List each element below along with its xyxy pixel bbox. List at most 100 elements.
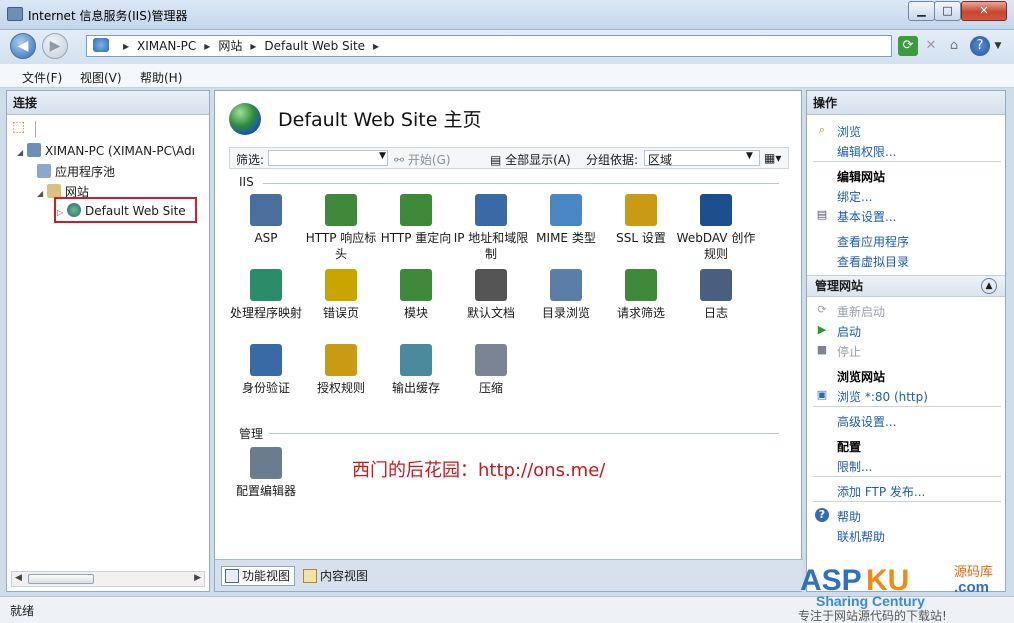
limits-link[interactable]: 限制... bbox=[837, 458, 872, 475]
tab-features-view[interactable]: 功能视图 bbox=[221, 566, 296, 586]
collapse-icon[interactable]: ◢ bbox=[17, 148, 27, 157]
help-icon[interactable]: ? bbox=[970, 36, 990, 56]
feature-label: 目录浏览 bbox=[541, 306, 590, 320]
logo-slogan: 专注于网站源代码的下载站! bbox=[798, 608, 947, 623]
menu-view[interactable]: 视图(V) bbox=[80, 69, 122, 86]
filter-label: 筛选: bbox=[236, 153, 265, 167]
scroll-right-icon[interactable]: ▶ bbox=[194, 573, 201, 583]
error-pages-icon bbox=[325, 269, 357, 301]
site-globe-icon bbox=[229, 103, 261, 135]
help-dropdown-icon[interactable]: ▼ bbox=[992, 36, 1004, 56]
feature-compression[interactable]: 压缩 bbox=[451, 344, 531, 396]
breadcrumb-site[interactable]: Default Web Site bbox=[264, 39, 365, 53]
advanced-settings-link[interactable]: 高级设置... bbox=[837, 413, 896, 430]
feature-http-redirect[interactable]: HTTP 重定向 bbox=[376, 194, 456, 246]
feature-http-response-headers[interactable]: HTTP 响应标头 bbox=[301, 194, 381, 262]
horizontal-scrollbar[interactable]: ◀ ▶ bbox=[11, 571, 205, 587]
tab-content-view[interactable]: 内容视图 bbox=[299, 566, 373, 586]
modules-icon bbox=[400, 269, 432, 301]
feature-output-caching[interactable]: 输出缓存 bbox=[376, 344, 456, 396]
scroll-thumb[interactable] bbox=[28, 574, 94, 584]
view-mode-icon[interactable]: ▦▾ bbox=[764, 151, 781, 165]
maximize-button[interactable]: □ bbox=[934, 1, 961, 21]
app-pools-icon bbox=[37, 164, 51, 178]
feature-asp[interactable]: ASP bbox=[226, 194, 306, 246]
restart-link[interactable]: 重新启动 bbox=[837, 303, 885, 320]
start-link[interactable]: 启动 bbox=[837, 323, 861, 340]
basic-settings-link[interactable]: 基本设置... bbox=[837, 208, 896, 225]
explore-link[interactable]: 浏览 bbox=[837, 123, 861, 140]
http-response-headers-icon bbox=[325, 194, 357, 226]
logo-cn: 源码库 bbox=[954, 564, 993, 580]
feature-logging[interactable]: 日志 bbox=[676, 269, 756, 321]
back-button[interactable]: ◀ bbox=[10, 33, 36, 59]
group-manage-label: 管理 bbox=[239, 427, 264, 441]
page-title: Default Web Site 主页 bbox=[278, 109, 482, 131]
output-caching-icon bbox=[400, 344, 432, 376]
mime-types-icon bbox=[550, 194, 582, 226]
feature-configuration-editor[interactable]: 配置编辑器 bbox=[226, 447, 306, 499]
feature-ip-restrictions[interactable]: IP 地址和域限制 bbox=[451, 194, 531, 262]
feature-mime-types[interactable]: MIME 类型 bbox=[526, 194, 606, 246]
menu-file[interactable]: 文件(F) bbox=[22, 69, 62, 86]
feature-webdav[interactable]: WebDAV 创作规则 bbox=[676, 194, 756, 262]
address-breadcrumb[interactable]: ▸ XIMAN-PC ▸ 网站 ▸ Default Web Site ▸ bbox=[86, 35, 892, 57]
view-virtual-dirs-link[interactable]: 查看虚拟目录 bbox=[837, 253, 909, 270]
feature-modules[interactable]: 模块 bbox=[376, 269, 456, 321]
view-applications-link[interactable]: 查看应用程序 bbox=[837, 233, 909, 250]
collapse-icon[interactable]: ◢ bbox=[37, 189, 47, 198]
edit-site-heading: 编辑网站 bbox=[837, 170, 886, 184]
forward-button[interactable]: ▶ bbox=[42, 33, 68, 59]
group-dropdown-icon[interactable]: ▼ bbox=[746, 151, 753, 161]
tree-node-server[interactable]: ◢ XIMAN-PC (XIMAN-PC\Adı bbox=[17, 143, 195, 158]
breadcrumb-server[interactable]: XIMAN-PC bbox=[137, 39, 196, 53]
feature-handler-mappings[interactable]: 处理程序映射 bbox=[226, 269, 306, 321]
minimize-button[interactable]: ▁ bbox=[908, 1, 935, 21]
show-all-button[interactable]: ▤ 全部显示(A) bbox=[490, 151, 571, 168]
collapse-section-icon[interactable]: ▲ bbox=[981, 278, 997, 294]
feature-label: WebDAV 创作规则 bbox=[676, 231, 756, 261]
breadcrumb-sites[interactable]: 网站 bbox=[218, 39, 242, 53]
refresh-icon[interactable]: ⟳ bbox=[898, 36, 918, 56]
group-by-value: 区域 bbox=[648, 153, 673, 167]
feature-default-document[interactable]: 默认文档 bbox=[451, 269, 531, 321]
start-icon: ▶ bbox=[817, 323, 827, 336]
server-icon bbox=[93, 38, 109, 52]
feature-error-pages[interactable]: 错误页 bbox=[301, 269, 381, 321]
help-link[interactable]: 帮助 bbox=[837, 508, 861, 525]
feature-label: 默认文档 bbox=[466, 306, 515, 320]
home-icon[interactable]: ⌂ bbox=[944, 36, 964, 56]
stop-icon[interactable]: ✕ bbox=[921, 36, 941, 56]
stop-icon: ■ bbox=[816, 343, 828, 356]
feature-directory-browsing[interactable]: 目录浏览 bbox=[526, 269, 606, 321]
feature-authentication[interactable]: 身份验证 bbox=[226, 344, 306, 396]
connect-icon[interactable]: ⬚ bbox=[12, 119, 25, 135]
selected-node-highlight bbox=[54, 197, 197, 223]
edit-permissions-link[interactable]: 编辑权限... bbox=[837, 143, 896, 160]
feature-ssl-lock[interactable]: SSL 设置 bbox=[601, 194, 681, 246]
title-bar: Internet 信息服务(IIS)管理器 ▁ □ ✕ bbox=[0, 0, 1014, 30]
add-ftp-link[interactable]: 添加 FTP 发布... bbox=[837, 483, 925, 500]
connections-pane: 连接 ⬚ ◢ XIMAN-PC (XIMAN-PC\Adı 应用程序池 ◢ 网站 ▷… bbox=[6, 90, 210, 592]
feature-request-filtering[interactable]: 请求筛选 bbox=[601, 269, 681, 321]
config-heading: 配置 bbox=[837, 440, 862, 454]
close-button[interactable]: ✕ bbox=[961, 1, 1007, 21]
menu-bar: 文件(F) 视图(V) 帮助(H) bbox=[0, 64, 1014, 88]
menu-help[interactable]: 帮助(H) bbox=[140, 69, 182, 86]
actions-pane: 操作 ⌕ 浏览 编辑权限... 编辑网站 绑定... ▤ 基本设置... 查看应… bbox=[806, 90, 1006, 592]
manage-site-section[interactable]: 管理网站 ▲ bbox=[807, 275, 1005, 297]
browse-80-link[interactable]: 浏览 *:80 (http) bbox=[837, 388, 928, 405]
logo-sub: Sharing Century bbox=[816, 593, 925, 609]
request-filtering-icon bbox=[625, 269, 657, 301]
scroll-left-icon[interactable]: ◀ bbox=[15, 573, 22, 583]
filter-dropdown-icon[interactable]: ▼ bbox=[379, 151, 386, 161]
filter-input[interactable] bbox=[268, 150, 388, 166]
bindings-link[interactable]: 绑定... bbox=[837, 188, 872, 205]
handler-mappings-icon bbox=[250, 269, 282, 301]
start-button[interactable]: ⚯ 开始(G) bbox=[394, 151, 451, 168]
online-help-link[interactable]: 联机帮助 bbox=[837, 528, 885, 545]
stop-link[interactable]: 停止 bbox=[837, 343, 861, 360]
feature-authorization-rules[interactable]: 授权规则 bbox=[301, 344, 381, 396]
tree-node-app-pools[interactable]: 应用程序池 bbox=[37, 163, 115, 180]
show-all-icon: ▤ bbox=[490, 153, 506, 167]
